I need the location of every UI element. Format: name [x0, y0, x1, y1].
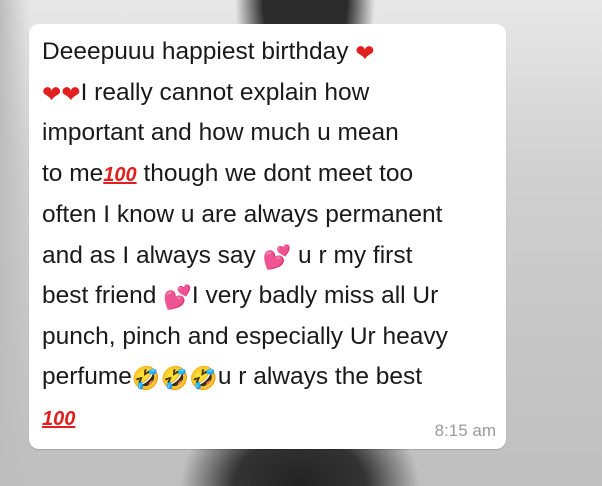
message-line-8: punch, pinch and especially Ur heavy — [42, 322, 448, 350]
message-timestamp: 8:15 am — [434, 421, 496, 440]
laughing-face-icon: 🤣 — [131, 365, 161, 391]
message-line-4a: to me — [42, 159, 104, 187]
message-line-1: Deeepuuu happiest birthday — [42, 38, 356, 65]
two-hearts-icon: 💕 — [262, 243, 292, 270]
message-line-6a: and as I always say — [42, 241, 263, 269]
red-heart-icon: ❤ — [42, 80, 62, 107]
message-line-6b: u r my first — [291, 241, 413, 269]
message-line-9a: perfume — [42, 363, 132, 390]
message-line-7b: I very badly miss all Ur — [191, 282, 439, 309]
hundred-points-icon: 100 — [42, 407, 76, 430]
hundred-points-icon: 100 — [103, 163, 137, 186]
message-line-5: often I know u are always permanent — [42, 201, 443, 228]
message-line-4b: though we dont meet too — [136, 159, 414, 187]
message-line-3: important and how much u mean — [42, 119, 399, 146]
red-heart-icon: ❤ — [61, 80, 81, 107]
red-heart-icon: ❤ — [355, 40, 375, 66]
message-line-2: I really cannot explain how — [80, 78, 370, 106]
message-line-7a: best friend — [42, 282, 164, 309]
message-line-9b: u r always the best — [217, 363, 423, 390]
laughing-face-icon: 🤣 — [160, 365, 190, 391]
laughing-face-icon: 🤣 — [189, 365, 218, 391]
two-hearts-icon: 💕 — [163, 284, 192, 310]
message-text: Deeepuuu happiest birthday ❤ ❤❤I really … — [42, 32, 502, 439]
